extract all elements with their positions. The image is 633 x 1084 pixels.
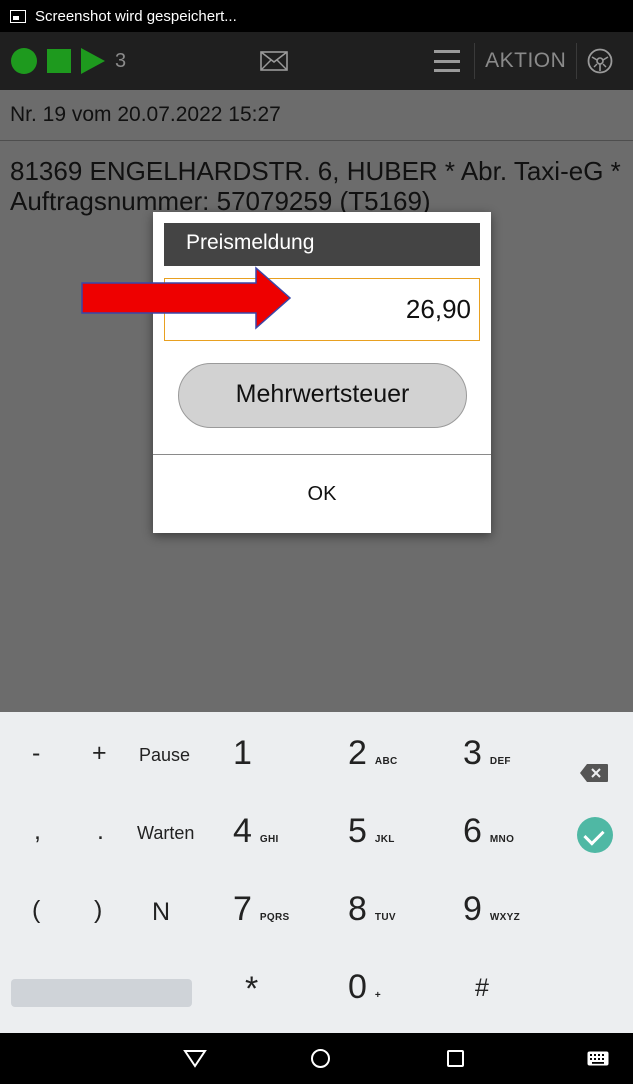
key-9[interactable]: 9 WXYZ — [463, 890, 520, 929]
key-7[interactable]: 7 PQRS — [233, 890, 289, 929]
key-0[interactable]: 0 + — [348, 968, 381, 1007]
action-button[interactable]: AKTION — [485, 49, 566, 73]
play-icon[interactable] — [81, 48, 105, 74]
key-plus[interactable]: + — [92, 739, 107, 768]
backspace-icon[interactable] — [579, 763, 609, 783]
steering-wheel-icon[interactable] — [587, 48, 613, 74]
content-divider — [0, 140, 633, 141]
menu-icon[interactable] — [434, 50, 461, 72]
key-minus[interactable]: - — [32, 739, 40, 768]
recent-apps-icon[interactable] — [447, 1050, 464, 1067]
toolbar-divider — [576, 43, 578, 79]
app-toolbar: 3 AKTION — [0, 32, 633, 90]
status-bar: Screenshot wird gespeichert... — [0, 0, 633, 32]
key-pause[interactable]: Pause — [139, 745, 190, 766]
home-circle-icon[interactable] — [311, 1049, 330, 1068]
key-n[interactable]: N — [152, 898, 170, 927]
vat-button[interactable]: Mehrwertsteuer — [178, 363, 467, 428]
key-2[interactable]: 2 ABC — [348, 734, 398, 773]
key-6[interactable]: 6 MNO — [463, 812, 514, 851]
key-4[interactable]: 4 GHI — [233, 812, 279, 851]
system-nav-bar — [0, 1033, 633, 1084]
key-8[interactable]: 8 TUV — [348, 890, 396, 929]
keyboard-icon[interactable] — [587, 1051, 609, 1066]
spacebar[interactable] — [11, 979, 192, 1007]
status-circle-icon[interactable] — [11, 48, 37, 74]
back-triangle-icon[interactable] — [183, 1048, 207, 1068]
mail-icon[interactable] — [260, 51, 288, 71]
toolbar-divider — [474, 43, 476, 79]
key-5[interactable]: 5 JKL — [348, 812, 395, 851]
key-open-paren[interactable]: ( — [32, 896, 40, 925]
key-star[interactable]: * — [245, 970, 258, 1009]
key-close-paren[interactable]: ) — [94, 896, 102, 925]
order-header: Nr. 19 vom 20.07.2022 15:27 — [10, 103, 281, 126]
order-address: 81369 ENGELHARDSTR. 6, HUBER * Abr. Taxi… — [10, 156, 621, 216]
ok-button[interactable]: OK — [153, 455, 491, 533]
stop-icon[interactable] — [47, 49, 71, 73]
key-comma[interactable]: , — [34, 817, 41, 846]
key-hash[interactable]: # — [475, 974, 489, 1003]
screenshot-icon — [10, 9, 26, 23]
done-check-icon[interactable] — [577, 817, 613, 853]
key-period[interactable]: . — [97, 817, 104, 846]
status-notification: Screenshot wird gespeichert... — [35, 7, 237, 25]
numeric-keyboard: - + Pause 1 2 ABC 3 DEF , . Warten 4 GHI 5J… — [0, 712, 633, 1033]
red-arrow-icon — [81, 266, 292, 330]
key-wait[interactable]: Warten — [137, 823, 194, 844]
order-count: 3 — [115, 49, 127, 72]
dialog-title: Preismeldung — [164, 223, 480, 266]
key-1[interactable]: 1 — [233, 734, 252, 773]
key-3[interactable]: 3 DEF — [463, 734, 511, 773]
price-dialog: Preismeldung 26,90 Mehrwertsteuer OK — [153, 212, 491, 533]
